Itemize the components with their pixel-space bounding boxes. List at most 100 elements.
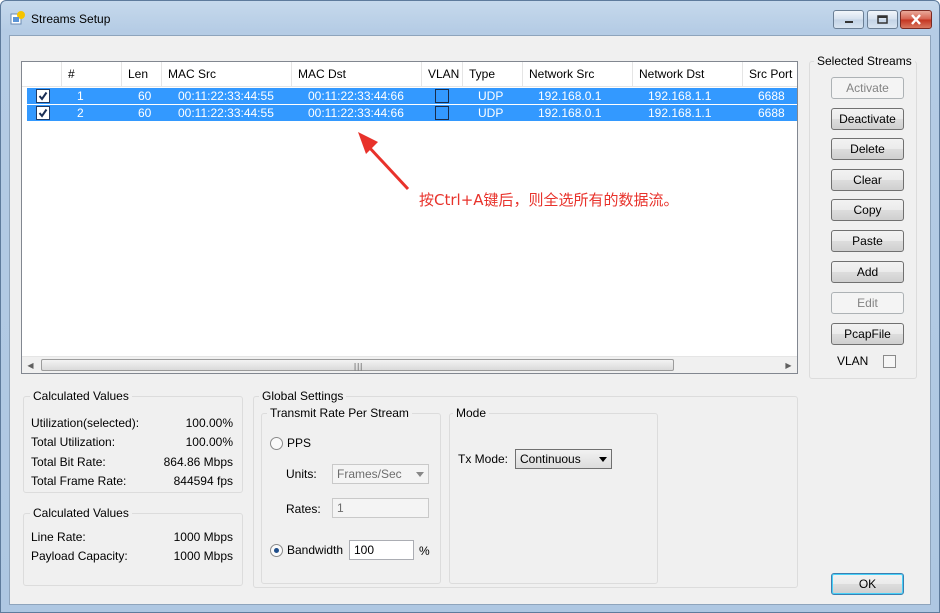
units-select[interactable]: Frames/Sec bbox=[332, 464, 429, 484]
minimize-icon bbox=[844, 20, 853, 23]
calculated-values-title: Calculated Values bbox=[30, 389, 132, 403]
total-utilization-label: Total Utilization: bbox=[31, 435, 116, 449]
units-value: Frames/Sec bbox=[337, 467, 402, 481]
tx-mode-value: Continuous bbox=[520, 452, 581, 466]
total-utilization-value: 100.00% bbox=[185, 435, 233, 449]
units-label: Units: bbox=[286, 467, 317, 481]
vlan-checkbox[interactable] bbox=[435, 106, 449, 120]
cell-src-port: 6688 bbox=[758, 106, 785, 120]
delete-button[interactable]: Delete bbox=[831, 138, 904, 160]
ok-button[interactable]: OK bbox=[831, 573, 904, 595]
row-checkbox[interactable] bbox=[36, 106, 50, 120]
scroll-left-icon[interactable]: ◀ bbox=[22, 357, 39, 373]
annotation-arrow-icon bbox=[358, 132, 410, 191]
cell-src-port: 6688 bbox=[758, 89, 785, 103]
line-rate-label: Line Rate: bbox=[31, 530, 86, 544]
column-network-dst[interactable]: Network Dst bbox=[633, 62, 743, 86]
activate-button[interactable]: Activate bbox=[831, 77, 904, 99]
scroll-right-icon[interactable]: ▶ bbox=[780, 357, 797, 373]
clear-button[interactable]: Clear bbox=[831, 169, 904, 191]
total-bit-rate-value: 864.86 Mbps bbox=[163, 455, 233, 469]
rates-input[interactable]: 1 bbox=[332, 498, 429, 518]
cell-len: 60 bbox=[138, 89, 152, 103]
cell-vlan bbox=[432, 88, 452, 104]
cell-network-dst: 192.168.1.1 bbox=[648, 106, 712, 120]
bandwidth-value: 100 bbox=[354, 543, 375, 557]
dialog-client-area: # Len MAC Src MAC Dst VLAN Type Network … bbox=[9, 35, 931, 605]
column-vlan[interactable]: VLAN bbox=[422, 62, 463, 86]
cell-network-src: 192.168.0.1 bbox=[538, 106, 602, 120]
annotation-text: 按Ctrl+A键后，则全选所有的数据流。 bbox=[419, 191, 679, 209]
minimize-button[interactable] bbox=[833, 10, 864, 29]
mode-title: Mode bbox=[453, 406, 490, 420]
tx-mode-select[interactable]: Continuous bbox=[515, 449, 612, 469]
cell-network-src: 192.168.0.1 bbox=[538, 89, 602, 103]
table-row[interactable]: 1 60 00:11:22:33:44:55 00:11:22:33:44:66… bbox=[27, 88, 797, 104]
row-checkbox[interactable] bbox=[36, 89, 50, 103]
utilization-selected-value: 100.00% bbox=[185, 416, 233, 430]
column-len[interactable]: Len bbox=[122, 62, 162, 86]
deactivate-button[interactable]: Deactivate bbox=[831, 108, 904, 130]
column-network-src[interactable]: Network Src bbox=[523, 62, 633, 86]
bandwidth-input[interactable]: 100 bbox=[349, 540, 414, 560]
vlan-label: VLAN bbox=[837, 354, 869, 368]
column-mac-dst[interactable]: MAC Dst bbox=[292, 62, 422, 86]
chevron-down-icon bbox=[599, 457, 607, 462]
paste-button[interactable]: Paste bbox=[831, 230, 904, 252]
scroll-thumb[interactable]: ||| bbox=[41, 359, 674, 371]
table-row[interactable]: 2 60 00:11:22:33:44:55 00:11:22:33:44:66… bbox=[27, 105, 797, 121]
close-icon bbox=[911, 14, 921, 25]
column-number[interactable]: # bbox=[62, 62, 122, 86]
cell-number: 1 bbox=[77, 89, 84, 103]
percent-label: % bbox=[419, 544, 430, 558]
cell-vlan bbox=[432, 105, 452, 121]
bandwidth-radio[interactable] bbox=[270, 544, 283, 557]
maximize-icon bbox=[877, 15, 888, 24]
mode-group: Mode bbox=[449, 406, 658, 584]
maximize-button[interactable] bbox=[867, 10, 898, 29]
global-settings-title: Global Settings bbox=[259, 389, 347, 403]
vlan-checkbox[interactable] bbox=[435, 89, 449, 103]
column-type[interactable]: Type bbox=[463, 62, 523, 86]
app-icon bbox=[10, 11, 25, 25]
selected-streams-title: Selected Streams bbox=[814, 54, 915, 68]
streams-list[interactable]: # Len MAC Src MAC Dst VLAN Type Network … bbox=[21, 61, 798, 374]
checkmark-icon bbox=[38, 91, 48, 101]
cell-mac-dst: 00:11:22:33:44:66 bbox=[308, 106, 404, 120]
grip-icon: ||| bbox=[354, 362, 364, 371]
payload-capacity-label: Payload Capacity: bbox=[31, 549, 128, 563]
cell-number: 2 bbox=[77, 106, 84, 120]
add-button[interactable]: Add bbox=[831, 261, 904, 283]
total-frame-rate-value: 844594 fps bbox=[173, 474, 233, 488]
column-check[interactable] bbox=[22, 62, 62, 86]
chevron-down-icon bbox=[416, 472, 424, 477]
rates-label: Rates: bbox=[286, 502, 321, 516]
column-mac-src[interactable]: MAC Src bbox=[162, 62, 292, 86]
cell-len: 60 bbox=[138, 106, 152, 120]
title-bar[interactable]: Streams Setup bbox=[1, 1, 939, 35]
checkmark-icon bbox=[38, 108, 48, 118]
cell-mac-dst: 00:11:22:33:44:66 bbox=[308, 89, 404, 103]
window-title: Streams Setup bbox=[31, 12, 111, 26]
transmit-rate-title: Transmit Rate Per Stream bbox=[267, 406, 412, 420]
cell-mac-src: 00:11:22:33:44:55 bbox=[178, 89, 274, 103]
cell-type: UDP bbox=[478, 106, 504, 120]
edit-button[interactable]: Edit bbox=[831, 292, 904, 314]
pcapfile-button[interactable]: PcapFile bbox=[831, 323, 904, 345]
cell-network-dst: 192.168.1.1 bbox=[648, 89, 712, 103]
rates-value: 1 bbox=[337, 501, 344, 515]
column-src-port[interactable]: Src Port bbox=[743, 62, 797, 86]
copy-button[interactable]: Copy bbox=[831, 199, 904, 221]
close-button[interactable] bbox=[900, 10, 932, 29]
horizontal-scrollbar[interactable]: ◀ ||| ▶ bbox=[22, 356, 797, 373]
pps-label: PPS bbox=[287, 436, 312, 450]
utilization-selected-label: Utilization(selected): bbox=[31, 416, 140, 430]
tx-mode-label: Tx Mode: bbox=[458, 452, 509, 466]
line-rate-value: 1000 Mbps bbox=[173, 530, 233, 544]
payload-capacity-value: 1000 Mbps bbox=[173, 549, 233, 563]
vlan-checkbox[interactable] bbox=[883, 355, 896, 368]
pps-radio[interactable] bbox=[270, 437, 283, 450]
streams-list-header: # Len MAC Src MAC Dst VLAN Type Network … bbox=[22, 62, 797, 87]
streams-setup-window: Streams Setup # Len MAC Src MAC Dst VLAN… bbox=[0, 0, 940, 613]
cell-type: UDP bbox=[478, 89, 504, 103]
